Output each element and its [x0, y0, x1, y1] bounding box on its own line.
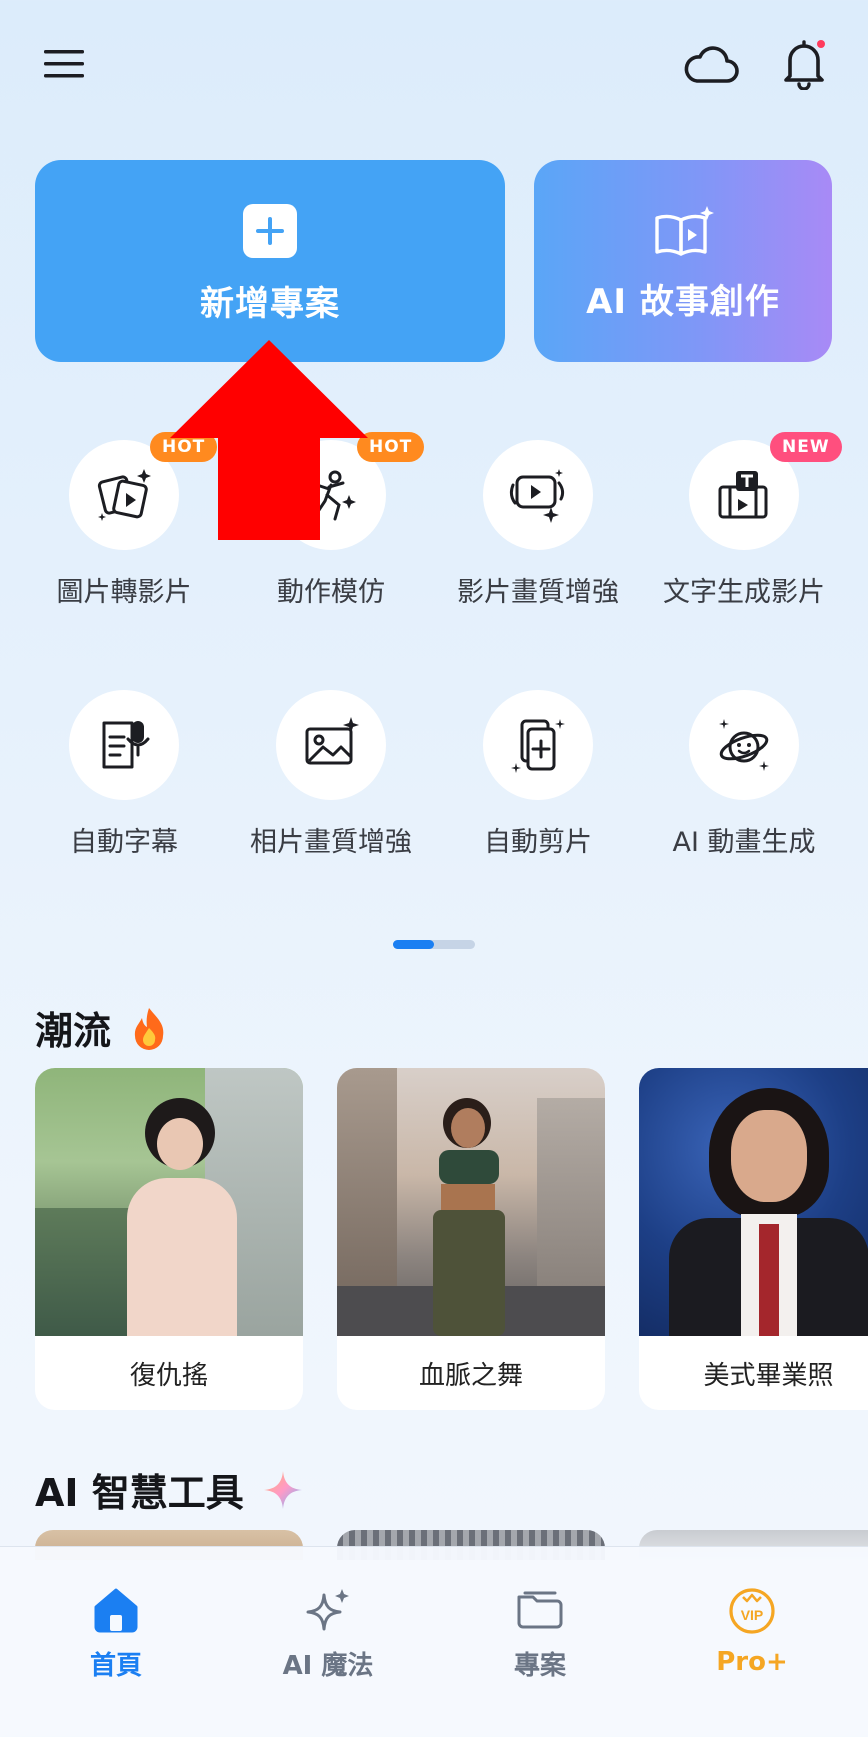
tool-auto-cut[interactable]: 自動剪片: [448, 690, 628, 859]
book-play-icon: [655, 205, 714, 256]
vip-icon: VIP: [729, 1588, 775, 1634]
home-icon: [94, 1588, 138, 1633]
nav-home[interactable]: 首頁: [26, 1587, 206, 1682]
bottom-navigation: 首頁 AI 魔法 專案 VIP Pro+: [0, 1546, 868, 1737]
annotation-arrow-up: [170, 340, 368, 540]
tools-page-indicator[interactable]: [393, 940, 475, 949]
trending-section-title: 潮流: [35, 1000, 169, 1055]
new-project-label: 新增專案: [200, 283, 340, 324]
auto-cut-icon: [511, 719, 565, 773]
notification-dot: [817, 40, 825, 48]
photo-to-video-icon: [97, 469, 151, 521]
active-page-dot: [393, 940, 434, 949]
nav-projects[interactable]: 專案: [450, 1587, 630, 1682]
ai-story-card[interactable]: AI 故事創作: [534, 160, 832, 362]
tool-video-enhance[interactable]: 影片畫質增強: [448, 440, 628, 609]
cloud-button[interactable]: [678, 34, 744, 94]
tool-label: 圖片轉影片: [56, 577, 192, 608]
trend-card-grad-photo[interactable]: 美式畢業照: [639, 1068, 868, 1410]
hamburger-menu-icon: [44, 50, 84, 78]
auto-caption-icon: [102, 721, 150, 769]
trend-label: 血脈之舞: [418, 1360, 523, 1391]
tool-circle: [689, 690, 799, 800]
nav-home-label: 首頁: [89, 1651, 142, 1681]
tool-label: 文字生成影片: [663, 577, 825, 608]
ai-animation-icon: [719, 719, 769, 771]
trend-thumbnail: [35, 1068, 303, 1336]
notification-button[interactable]: [776, 32, 832, 94]
text-to-video-icon: [718, 471, 768, 519]
plus-icon: [243, 203, 297, 258]
photo-enhance-icon: [305, 717, 359, 765]
trend-label: 復仇搖: [129, 1360, 208, 1391]
tool-label: AI 動畫生成: [672, 827, 816, 858]
magic-sparkle-icon: [306, 1589, 349, 1631]
nav-pro-label: Pro+: [716, 1647, 788, 1677]
fire-icon: [134, 1007, 164, 1050]
folder-icon: [517, 1591, 563, 1629]
tool-text-to-video[interactable]: NEW 文字生成影片: [654, 432, 842, 609]
svg-text:VIP: VIP: [741, 1607, 764, 1623]
new-project-card[interactable]: 新增專案: [35, 160, 505, 362]
ai-tools-title: AI 智慧工具: [35, 1471, 244, 1515]
trend-card-revenge-shake[interactable]: 復仇搖: [35, 1068, 303, 1410]
nav-ai-magic[interactable]: AI 魔法: [238, 1587, 418, 1682]
trend-thumbnail: [639, 1068, 868, 1336]
menu-button[interactable]: [36, 36, 92, 92]
trending-title: 潮流: [35, 1009, 112, 1053]
tool-label: 自動字幕: [70, 827, 178, 858]
tool-circle: [483, 440, 593, 550]
tool-photo-enhance[interactable]: 相片畫質增強: [241, 690, 421, 859]
bell-icon: [784, 40, 825, 90]
tool-circle: [276, 690, 386, 800]
trend-thumbnail: [337, 1068, 605, 1336]
trend-label: 美式畢業照: [703, 1360, 834, 1391]
tool-ai-animation[interactable]: AI 動畫生成: [654, 690, 834, 859]
tool-circle: [483, 690, 593, 800]
new-badge: NEW: [770, 432, 842, 462]
nav-ai-magic-label: AI 魔法: [282, 1651, 374, 1681]
cloud-icon: [684, 46, 739, 83]
nav-projects-label: 專案: [513, 1651, 566, 1681]
ai-tools-section-title: AI 智慧工具: [35, 1462, 304, 1517]
tool-label: 自動剪片: [484, 827, 592, 858]
nav-pro[interactable]: VIP Pro+: [662, 1587, 842, 1677]
tool-label: 動作模仿: [277, 577, 385, 608]
sparkle-icon: [263, 1470, 302, 1509]
tool-label: 影片畫質增強: [457, 577, 619, 608]
ai-story-label: AI 故事創作: [586, 281, 780, 322]
tool-label: 相片畫質增強: [250, 827, 412, 858]
video-enhance-icon: [509, 469, 565, 523]
trend-card-bloodline-dance[interactable]: 血脈之舞: [337, 1068, 605, 1410]
tool-circle: [69, 690, 179, 800]
tool-auto-caption[interactable]: 自動字幕: [34, 690, 214, 859]
